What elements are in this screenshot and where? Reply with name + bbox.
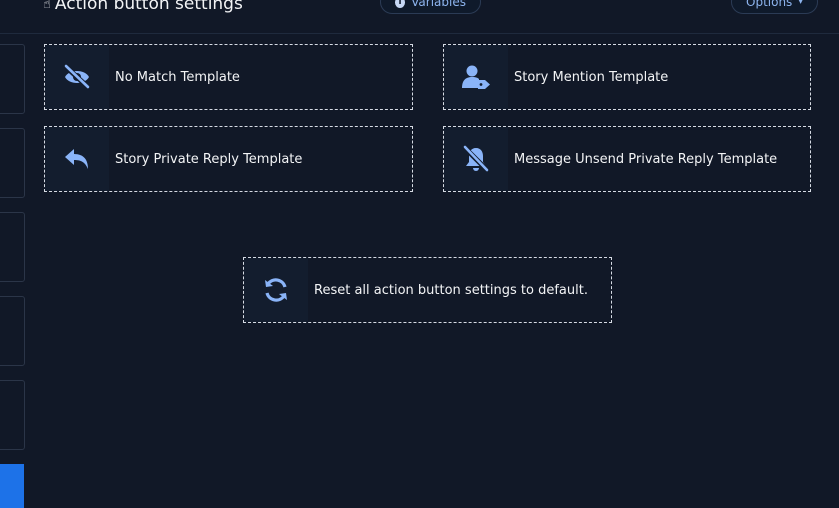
variables-button-label: Variables <box>411 0 466 9</box>
user-tag-icon <box>444 45 508 109</box>
reply-icon <box>45 127 109 191</box>
story-mention-template-card[interactable]: Story Mention Template <box>443 44 811 110</box>
page-title-text: Action button settings <box>54 0 243 14</box>
sync-icon <box>244 258 308 322</box>
no-match-template-card[interactable]: No Match Template <box>44 44 413 110</box>
chevron-down-icon: ▾ <box>798 0 803 7</box>
story-private-reply-template-card[interactable]: Story Private Reply Template <box>44 126 413 192</box>
variables-button[interactable]: i Variables <box>380 0 481 14</box>
eye-slash-icon <box>45 45 109 109</box>
hand-pointer-icon: ☝ <box>43 0 51 12</box>
side-tab-2[interactable] <box>0 128 25 198</box>
reset-settings-button[interactable]: Reset all action button settings to defa… <box>243 257 612 323</box>
bell-slash-icon <box>444 127 508 191</box>
reset-settings-label: Reset all action button settings to defa… <box>314 282 588 298</box>
options-button-label: Options <box>746 0 793 9</box>
side-tab-1[interactable] <box>0 44 25 114</box>
action-button-settings-page: ☝ Action button settings i Variables Opt… <box>0 0 839 508</box>
message-unsend-template-card[interactable]: Message Unsend Private Reply Template <box>443 126 811 192</box>
settings-header: ☝ Action button settings i Variables Opt… <box>0 0 839 34</box>
side-tab-3[interactable] <box>0 212 25 282</box>
side-tab-4[interactable] <box>0 296 25 366</box>
info-icon: i <box>395 0 406 8</box>
page-title: ☝ Action button settings <box>43 0 243 14</box>
side-tab-active[interactable] <box>0 464 24 508</box>
story-mention-template-label: Story Mention Template <box>514 69 669 85</box>
message-unsend-template-label: Message Unsend Private Reply Template <box>514 151 778 167</box>
no-match-template-label: No Match Template <box>115 69 240 85</box>
story-private-reply-template-label: Story Private Reply Template <box>115 151 303 167</box>
side-tab-5[interactable] <box>0 380 25 450</box>
options-button[interactable]: Options ▾ <box>731 0 818 14</box>
